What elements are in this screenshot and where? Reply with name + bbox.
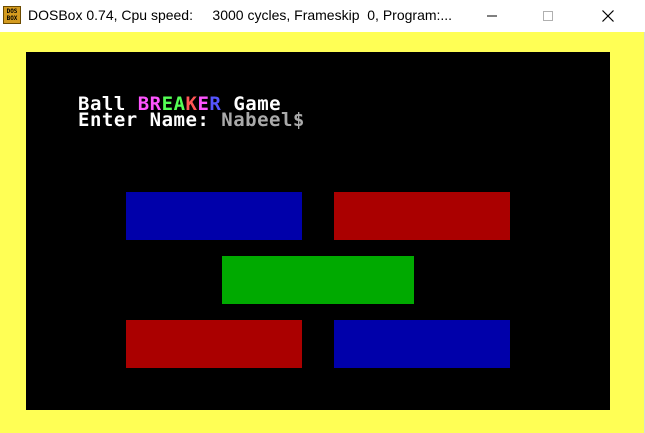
dosbox-window: DOS BOX DOSBox 0.74, Cpu speed: 3000 cyc… xyxy=(0,0,645,433)
close-button[interactable] xyxy=(585,0,631,32)
maximize-icon xyxy=(543,11,553,21)
dosbox-client-area: Ball BREAKER Game Enter Name: Nabeel$ xyxy=(0,32,644,433)
brick-blue-bottom-right xyxy=(334,320,510,368)
game-screen[interactable]: Ball BREAKER Game Enter Name: Nabeel$ xyxy=(26,52,610,410)
dosbox-app-icon[interactable]: DOS BOX xyxy=(3,6,21,24)
close-icon xyxy=(602,10,614,22)
name-input-value[interactable]: Nabeel$ xyxy=(221,109,305,131)
minimize-icon xyxy=(487,15,497,17)
app-icon-text-bottom: BOX xyxy=(6,15,18,22)
window-title: DOSBox 0.74, Cpu speed: 3000 cycles, Fra… xyxy=(28,7,453,23)
brick-green-middle xyxy=(222,256,414,304)
app-icon-text-top: DOS xyxy=(6,8,18,15)
brick-blue-top-left xyxy=(126,192,302,240)
title-bar[interactable]: DOS BOX DOSBox 0.74, Cpu speed: 3000 cyc… xyxy=(0,0,645,32)
minimize-button[interactable] xyxy=(469,0,515,32)
brick-red-bottom-left xyxy=(126,320,302,368)
brick-red-top-right xyxy=(334,192,510,240)
name-label: Enter Name: xyxy=(78,109,222,131)
maximize-button[interactable] xyxy=(525,0,571,32)
name-prompt: Enter Name: Nabeel$ xyxy=(78,109,305,131)
